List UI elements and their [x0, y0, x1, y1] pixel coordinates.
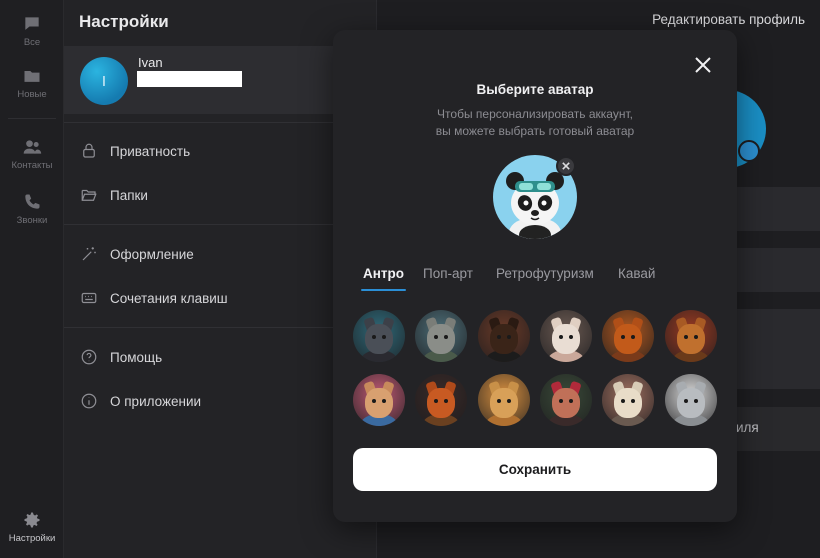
menu-item-appearance[interactable]: Оформление — [64, 234, 377, 274]
phone-icon — [25, 194, 40, 209]
menu-item-privacy[interactable]: Приватность — [64, 131, 377, 171]
name-field[interactable] — [736, 187, 820, 231]
snow-leopard-avatar[interactable] — [664, 374, 717, 426]
menu-item-label: Помощь — [110, 349, 163, 365]
menu-item-label: Папки — [110, 187, 148, 203]
red-fox-avatar[interactable] — [602, 310, 655, 362]
rail-item-contacts[interactable]: Контакты — [0, 137, 64, 171]
doberman-avatar[interactable] — [477, 310, 530, 362]
profile-name: Ivan — [138, 55, 163, 70]
rail-item-new[interactable]: Новые — [0, 66, 64, 100]
avatar-category-tabs: Антро Поп-арт Ретрофутуризм Кавай — [353, 266, 717, 294]
lioness-avatar[interactable] — [477, 374, 530, 426]
menu-item-label: Оформление — [110, 246, 194, 262]
magic-wand-icon — [82, 247, 96, 261]
menu-item-label: О приложении — [110, 393, 202, 409]
folder-icon — [24, 71, 40, 82]
menu-item-label: Приватность — [110, 143, 191, 159]
subtitle-line: Чтобы персонализировать аккаунт, — [437, 107, 633, 121]
wolf-hat-avatar[interactable] — [353, 310, 405, 362]
contacts-icon — [23, 140, 42, 154]
white-cat-avatar[interactable] — [539, 310, 592, 362]
left-rail: Все Новые Контакты Звонки Настройки — [0, 0, 64, 558]
save-profile-label: иля — [736, 420, 759, 435]
info-icon — [81, 393, 97, 409]
camera-icon[interactable] — [738, 140, 760, 162]
rail-item-label: Звонки — [16, 215, 48, 226]
divider — [64, 224, 377, 225]
rail-item-label: Новые — [17, 89, 47, 100]
gear-icon — [24, 512, 40, 528]
app-window: Все Новые Контакты Звонки Настройки Наст… — [0, 0, 820, 558]
sheep-avatar[interactable] — [602, 374, 655, 426]
chat-icon — [25, 17, 39, 30]
tab-retrofuturism[interactable]: Ретрофутуризм — [496, 266, 594, 292]
keyboard-icon — [81, 292, 97, 304]
rail-item-label: Все — [23, 37, 41, 48]
divider — [64, 122, 377, 123]
help-icon — [81, 349, 97, 365]
avatar-initial: I — [101, 72, 107, 90]
save-button[interactable]: Сохранить — [353, 448, 717, 491]
rail-divider — [8, 118, 56, 119]
menu-item-label: Сочетания клавиш — [110, 290, 228, 306]
red-hair-avatar[interactable] — [539, 374, 592, 426]
hippo-avatar[interactable] — [415, 310, 468, 362]
redacted-phone-field — [137, 71, 242, 87]
page-title: Настройки — [79, 12, 169, 31]
save-button-label: Сохранить — [498, 462, 572, 477]
tab-pop-art[interactable]: Поп-арт — [423, 266, 473, 292]
dialog-title: Выберите аватар — [476, 82, 594, 97]
lock-icon — [83, 143, 95, 158]
surname-field[interactable] — [736, 248, 820, 292]
rail-item-all[interactable]: Все — [0, 14, 64, 48]
menu-item-about[interactable]: О приложении — [64, 381, 377, 421]
rail-item-settings[interactable]: Настройки — [0, 510, 64, 544]
fox-avatar[interactable] — [415, 374, 468, 426]
divider — [64, 327, 377, 328]
close-icon — [562, 162, 570, 170]
avatar: I — [80, 57, 128, 105]
menu-item-folders[interactable]: Папки — [64, 175, 377, 215]
edit-profile-title: Редактировать профиль — [652, 12, 805, 27]
rail-item-label: Настройки — [8, 533, 56, 544]
settings-panel: Настройки I Ivan Приватность Папки Оформ… — [64, 0, 377, 558]
lynx-avatar[interactable] — [664, 310, 717, 362]
subtitle-line: вы можете выбрать готовый аватар — [435, 124, 635, 138]
rail-item-label: Контакты — [11, 160, 53, 171]
active-tab-indicator — [361, 289, 406, 291]
remove-avatar-button[interactable] — [556, 156, 576, 176]
menu-item-shortcuts[interactable]: Сочетания клавиш — [64, 278, 377, 318]
profile-card[interactable]: I Ivan — [64, 46, 377, 114]
close-button[interactable] — [693, 55, 713, 75]
folder-open-icon — [81, 189, 97, 201]
hamster-avatar[interactable] — [353, 374, 405, 426]
about-field[interactable] — [736, 309, 820, 389]
avatar-picker-dialog: Выберите аватар Чтобы персонализировать … — [333, 30, 737, 522]
rail-item-calls[interactable]: Звонки — [0, 192, 64, 226]
close-icon — [695, 57, 711, 73]
dialog-subtitle: Чтобы персонализировать аккаунт, вы може… — [333, 106, 737, 140]
menu-item-help[interactable]: Помощь — [64, 337, 377, 377]
tab-kawaii[interactable]: Кавай — [618, 266, 655, 292]
